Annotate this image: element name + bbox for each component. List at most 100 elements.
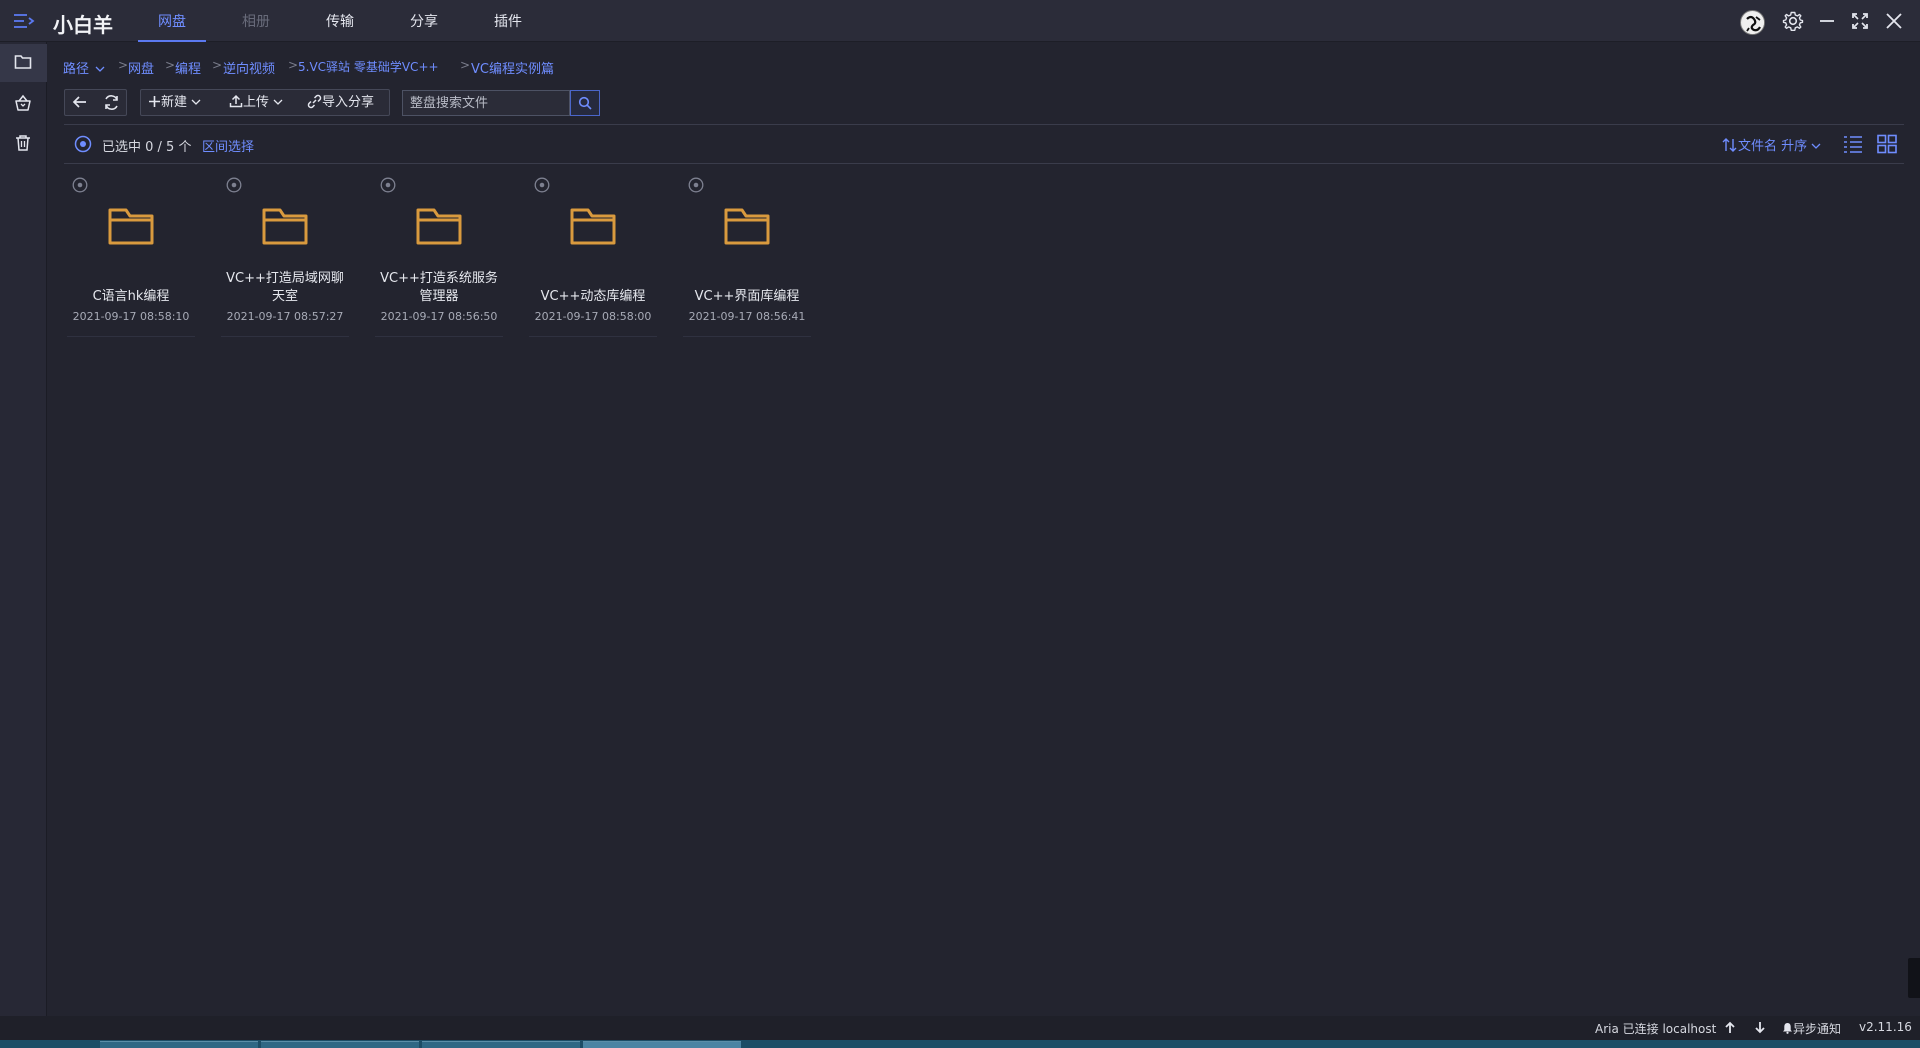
select-radio[interactable] [380,177,396,193]
tab-share[interactable]: 分享 [397,0,451,42]
sort-dropdown[interactable]: 文件名 升序 [1722,135,1821,154]
plus-icon [149,96,160,107]
avatar-image [1742,12,1764,34]
file-name: VC++打造局域网聊天室 [226,271,344,304]
taskbar-app-button[interactable] [422,1041,580,1048]
nav-button-group [64,89,127,116]
chevron-down-icon [95,66,105,72]
action-button-group: 新建 上传 导入分享 [140,89,390,116]
folder-icon [570,208,616,245]
breadcrumb-item-current[interactable]: VC编程实例篇 [471,58,554,77]
chevron-down-icon [191,99,201,105]
taskbar-app-button[interactable] [261,1041,419,1048]
chevron-down-icon [273,99,283,105]
breadcrumb-separator: > [460,58,471,72]
tab-transfer[interactable]: 传输 [313,0,367,42]
file-name: C语言hk编程 [92,289,170,304]
breadcrumb-path-dropdown[interactable]: 路径 [63,58,105,77]
file-date: 2021-09-17 08:56:41 [688,310,806,323]
folder-icon [262,208,308,245]
refresh-icon[interactable] [103,94,120,111]
sidebar-item-trash[interactable] [0,124,47,162]
sort-icon [1722,138,1737,152]
avatar[interactable] [1740,10,1765,35]
folder-icon [108,208,154,245]
sidebar-item-favorites[interactable] [0,84,47,122]
tab-plugins[interactable]: 插件 [481,0,535,42]
breadcrumb-item-vc-course[interactable]: 5.VC驿站 零基础学VC++ [298,58,439,75]
file-card[interactable]: VC++动态库编程 2021-09-17 08:58:00 [529,170,657,337]
file-card[interactable]: VC++打造局域网聊天室 2021-09-17 08:57:27 [221,170,349,337]
search-button[interactable] [570,90,600,116]
import-share-label: 导入分享 [322,95,375,110]
upload-button[interactable]: 上传 [229,90,283,115]
select-all-radio[interactable] [74,135,92,153]
select-radio[interactable] [226,177,242,193]
upload-icon [229,94,243,108]
file-card[interactable]: C语言hk编程 2021-09-17 08:58:10 [67,170,195,337]
toolbar-divider [64,124,1904,125]
breadcrumb-label: 路径 [63,62,90,77]
breadcrumb-item-programming[interactable]: 编程 [175,58,201,77]
breadcrumb-separator: > [288,58,299,72]
file-name: VC++打造系统服务管理器 [380,271,498,304]
import-share-button[interactable]: 导入分享 [307,90,374,115]
link-icon [307,94,322,109]
file-card[interactable]: VC++界面库编程 2021-09-17 08:56:41 [683,170,811,337]
maximize-icon[interactable] [1849,10,1871,32]
folder-icon [14,55,32,69]
app-title: 小白羊 [53,13,113,37]
search-icon [578,96,592,110]
taskbar-app-button-active[interactable] [583,1041,741,1048]
header-divider [64,163,1904,164]
breadcrumb-separator: > [118,58,129,72]
file-date: 2021-09-17 08:56:50 [380,310,498,323]
range-select-link[interactable]: 区间选择 [202,136,254,155]
close-icon[interactable] [1883,10,1905,32]
file-date: 2021-09-17 08:58:10 [72,310,190,323]
sort-label: 文件名 升序 [1738,139,1808,154]
gear-icon[interactable] [1782,10,1804,32]
sidebar-item-files[interactable] [0,44,47,82]
taskbar-app-button[interactable] [100,1041,258,1048]
grid-view-icon[interactable] [1876,134,1898,154]
selection-count: 已选中 0 / 5 个 [102,140,192,155]
breadcrumb-item-drive[interactable]: 网盘 [128,58,154,77]
title-bar: 小白羊 网盘 相册 传输 分享 插件 [0,0,1920,42]
bell-icon [1783,1023,1792,1034]
search-input[interactable] [402,90,570,116]
aria-status: Aria 已连接 localhost [1595,1022,1717,1036]
folder-icon [416,208,462,245]
status-bar: Aria 已连接 localhost 异步通知 v2.11.16 [0,1016,1920,1040]
minimize-icon[interactable] [1816,10,1838,32]
tab-album[interactable]: 相册 [229,0,283,42]
tab-drive[interactable]: 网盘 [138,0,206,42]
trash-icon [16,135,30,151]
select-radio[interactable] [72,177,88,193]
download-speed-icon[interactable] [1754,1021,1766,1034]
async-notify-label: 异步通知 [1793,1022,1842,1036]
select-radio[interactable] [534,177,550,193]
menu-toggle-icon[interactable] [12,11,36,31]
folder-icon [724,208,770,245]
recycle-basket-icon [15,94,31,111]
breadcrumb-item-reverse-video[interactable]: 逆向视频 [223,58,275,77]
file-date: 2021-09-17 08:57:27 [226,310,344,323]
file-name: VC++动态库编程 [540,289,646,304]
breadcrumb-separator: > [165,58,176,72]
file-name: VC++界面库编程 [694,289,800,304]
upload-speed-icon[interactable] [1724,1021,1736,1034]
sidebar [0,42,47,1016]
chevron-down-icon [1811,143,1821,149]
file-date: 2021-09-17 08:58:00 [534,310,652,323]
back-arrow-icon[interactable] [72,95,88,109]
side-scroll-handle[interactable] [1908,958,1920,998]
select-radio[interactable] [688,177,704,193]
file-card[interactable]: VC++打造系统服务管理器 2021-09-17 08:56:50 [375,170,503,337]
new-button[interactable]: 新建 [148,90,201,115]
breadcrumb-separator: > [212,58,223,72]
version-label: v2.11.16 [1859,1020,1912,1034]
list-view-icon[interactable] [1842,134,1864,154]
upload-button-label: 上传 [243,95,270,110]
async-notify-toggle[interactable]: 异步通知 [1782,1020,1841,1037]
